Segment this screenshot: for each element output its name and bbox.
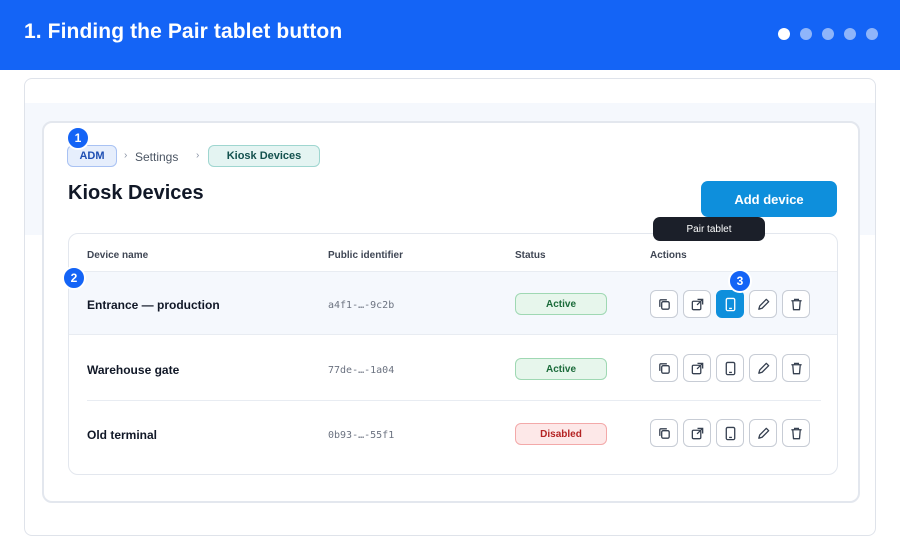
row-actions (650, 290, 810, 318)
trash-icon (790, 362, 802, 374)
open-external-icon (691, 362, 703, 374)
row-actions (650, 419, 810, 447)
page-title: Kiosk Devices (68, 182, 204, 204)
breadcrumb-separator: › (124, 150, 128, 161)
trash-icon (790, 298, 802, 310)
step-marker-2: 2 (62, 266, 86, 290)
column-header-public-identifier: Public identifier (328, 250, 404, 261)
status-badge: Active (515, 293, 607, 315)
tablet-icon (725, 297, 735, 311)
pencil-icon (757, 362, 769, 374)
open-external-button[interactable] (683, 290, 711, 318)
tablet-icon (725, 426, 735, 440)
copy-button[interactable] (650, 290, 678, 318)
pair-tablet-button[interactable] (716, 354, 744, 382)
edit-button[interactable] (749, 354, 777, 382)
device-identifier: 77de-…-1a04 (328, 365, 395, 376)
copy-button[interactable] (650, 419, 678, 447)
progress-dot-3 (822, 28, 834, 40)
open-external-icon (691, 298, 703, 310)
delete-button[interactable] (782, 354, 810, 382)
trash-icon (790, 427, 802, 439)
open-external-icon (691, 427, 703, 439)
edit-button[interactable] (749, 419, 777, 447)
copy-icon (658, 427, 670, 439)
table-row: Entrance — production a4f1-…-9c2b Active (69, 271, 837, 335)
row-actions (650, 354, 810, 382)
table-row: Old terminal 0b93-…-55f1 Disabled (69, 401, 837, 465)
column-header-device-name: Device name (87, 250, 149, 261)
delete-button[interactable] (782, 419, 810, 447)
step-marker-3: 3 (728, 269, 752, 293)
status-badge: Active (515, 358, 607, 380)
tutorial-step-title: 1. Finding the Pair tablet button (24, 20, 343, 43)
screenshot-frame: ADM › Settings › Kiosk Devices Kiosk Dev… (24, 78, 876, 536)
pair-tablet-tooltip: Pair tablet (653, 217, 765, 241)
column-header-actions: Actions (650, 250, 687, 261)
pair-tablet-button[interactable] (716, 419, 744, 447)
device-identifier: a4f1-…-9c2b (328, 300, 395, 311)
devices-table: Device name Public identifier Status Act… (68, 233, 838, 475)
edit-button[interactable] (749, 290, 777, 318)
step-progress-dots (778, 28, 878, 40)
pair-tablet-button[interactable] (716, 290, 744, 318)
delete-button[interactable] (782, 290, 810, 318)
device-name: Entrance — production (87, 298, 220, 312)
breadcrumb-separator: › (196, 150, 200, 161)
tutorial-header: 1. Finding the Pair tablet button (0, 0, 900, 70)
pencil-icon (757, 298, 769, 310)
pencil-icon (757, 427, 769, 439)
device-name: Warehouse gate (87, 363, 180, 377)
progress-dot-1 (778, 28, 790, 40)
open-external-button[interactable] (683, 354, 711, 382)
open-external-button[interactable] (683, 419, 711, 447)
column-header-status: Status (515, 250, 546, 261)
breadcrumb-settings[interactable]: Settings (135, 150, 178, 164)
table-row: Warehouse gate 77de-…-1a04 Active (69, 336, 837, 400)
progress-dot-4 (844, 28, 856, 40)
progress-dot-5 (866, 28, 878, 40)
progress-dot-2 (800, 28, 812, 40)
kiosk-devices-panel: ADM › Settings › Kiosk Devices Kiosk Dev… (42, 121, 860, 503)
copy-icon (658, 362, 670, 374)
step-marker-1: 1 (66, 126, 90, 150)
device-name: Old terminal (87, 428, 158, 442)
breadcrumb-current: Kiosk Devices (208, 145, 320, 167)
tablet-icon (725, 361, 735, 375)
copy-icon (658, 298, 670, 310)
copy-button[interactable] (650, 354, 678, 382)
device-identifier: 0b93-…-55f1 (328, 430, 395, 441)
status-badge: Disabled (515, 423, 607, 445)
add-device-button[interactable]: Add device (701, 181, 837, 217)
